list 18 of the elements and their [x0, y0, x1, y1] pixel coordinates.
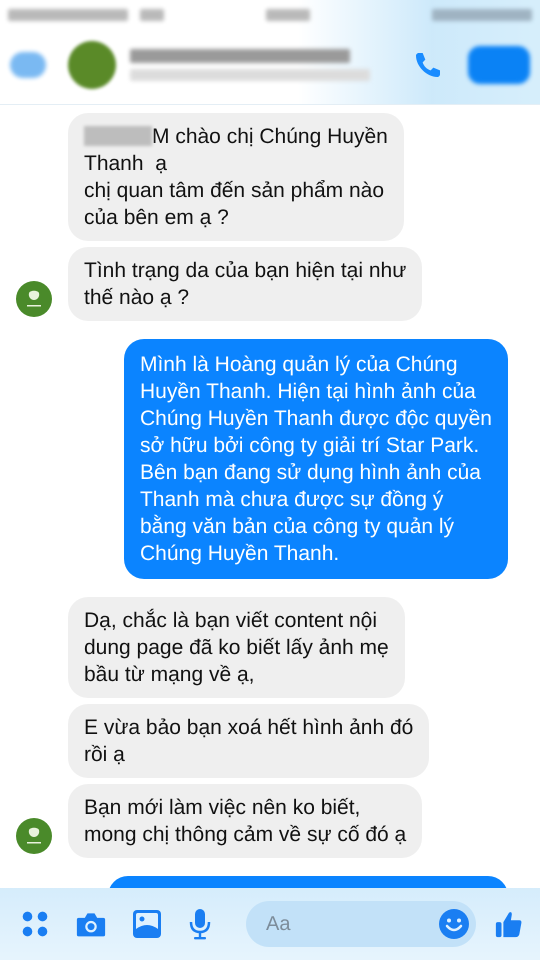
microphone-icon[interactable]	[188, 908, 212, 940]
message-bubble: Dạ, chắc là bạn viết content nội dung page đã ko biết lấy ảnh mẹ bầu từ mạng về ạ,	[68, 597, 405, 698]
message-bubble: Bạn mới làm việc nên ko biết, mong chị thông cảm về sự cố đó ạ	[68, 784, 422, 858]
text-input[interactable]: Aa	[264, 912, 438, 936]
avatar[interactable]	[16, 281, 52, 317]
avatar[interactable]	[16, 818, 52, 854]
pixelated-text	[266, 9, 310, 21]
emoji-icon[interactable]	[438, 908, 470, 940]
avatar[interactable]	[68, 41, 116, 89]
message-field[interactable]: Aa	[246, 901, 476, 947]
apps-icon[interactable]	[20, 909, 50, 939]
message-bubble: Mình là Hoàng quản lý của Chúng Huyền Thanh. Hiện tại hình ảnh của Chúng Huyền Thanh được độc quyền sở hữu bởi công ty giải trí Star Park. Bên bạn đang sử dụng hình ảnh của Thanh mà chưa được sự đồng ý bằng văn bản của công ty quản lý Chúng Huyền Thanh.	[124, 339, 508, 579]
pixelated-text	[140, 9, 164, 21]
message-bubble: M chào chị Chúng Huyền Thanh ạ chị quan tâm đến sản phẩm nào của bên em ạ ?	[68, 113, 404, 241]
thumbs-up-icon[interactable]	[494, 909, 524, 939]
message-bubble: Tình trạng da của bạn hiện tại như thế nào ạ ?	[68, 247, 422, 321]
image-icon[interactable]	[132, 909, 162, 939]
message-bubble: E vừa bảo bạn xoá hết hình ảnh đó rồi ạ	[68, 704, 430, 778]
